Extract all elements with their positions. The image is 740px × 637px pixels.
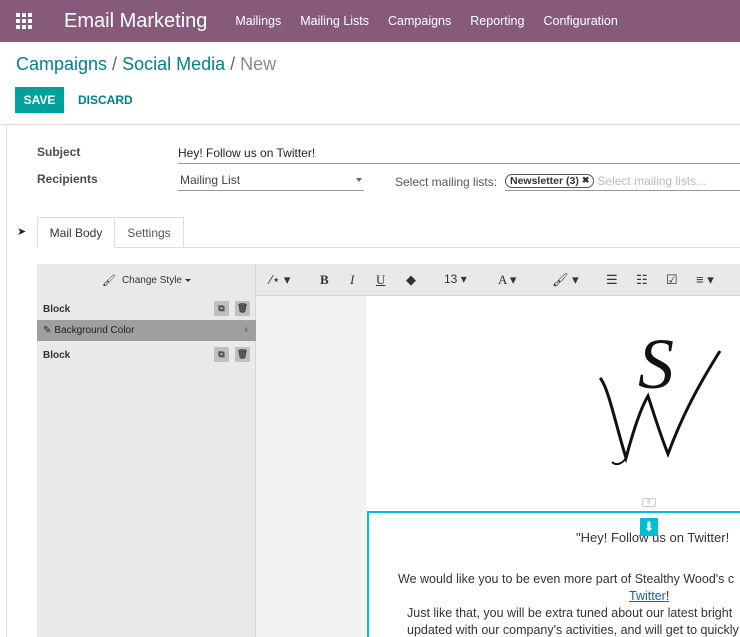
trash-icon[interactable]: 🗑 (235, 347, 250, 362)
email-paragraph[interactable]: Just like that, you will be extra tuned … (407, 606, 732, 620)
block-separator (366, 508, 740, 509)
mailing-lists-label: Select mailing lists: (395, 175, 498, 189)
menu-campaigns[interactable]: Campaigns (388, 14, 451, 28)
chevron-down-icon (185, 278, 191, 282)
eyedropper-icon: ✎ (43, 325, 52, 336)
font-color-dropdown[interactable]: A ▾ (498, 272, 516, 288)
bold-icon[interactable]: B (320, 272, 329, 288)
brush-icon: 🖌 (101, 274, 116, 287)
italic-icon[interactable]: I (350, 272, 354, 288)
apps-menu-icon[interactable] (0, 0, 48, 42)
twitter-link-text[interactable]: Twitter (629, 589, 666, 603)
subject-input[interactable]: Hey! Follow us on Twitter! (178, 144, 740, 164)
close-icon[interactable]: ✖ (582, 175, 590, 186)
recipients-value: Mailing List (180, 173, 241, 187)
bullet-list-icon[interactable]: ☰ (606, 272, 618, 288)
duplicate-icon[interactable]: ⧉ (214, 347, 229, 362)
mailing-lists-field[interactable]: Newsletter (3) ✖ Select mailing lists... (505, 171, 740, 191)
duplicate-icon[interactable]: ⧉ (214, 301, 229, 316)
change-style-button[interactable]: 🖌 Change Style (37, 264, 256, 296)
block-label: Block (43, 303, 71, 315)
tab-mail-body[interactable]: Mail Body (37, 217, 115, 248)
drag-handle-icon[interactable]: ⠿ (642, 498, 656, 507)
mouse-pointer-icon: ➤ (17, 226, 27, 238)
recipients-select[interactable]: Mailing List (178, 171, 364, 191)
align-left-icon[interactable]: ≡ ▾ (696, 272, 714, 288)
block-label: Block (43, 349, 71, 361)
breadcrumb-current: New (240, 54, 277, 74)
email-paragraph[interactable]: updated with our company's activities, a… (407, 623, 739, 637)
svg-text:S: S (638, 324, 674, 404)
checklist-icon[interactable]: ☑ (666, 272, 678, 288)
exclamation-text: ! (665, 589, 670, 603)
top-navbar: Email Marketing Mailings Mailing Lists C… (0, 0, 740, 42)
menu-mailing-lists[interactable]: Mailing Lists (300, 14, 369, 28)
block-row[interactable]: Block ⧉ 🗑 (37, 344, 256, 366)
chevron-left-icon: ‹ (244, 324, 248, 335)
discard-button[interactable]: DISCARD (70, 87, 141, 113)
font-color-letter: A (498, 272, 507, 287)
company-logo: S (598, 324, 722, 466)
tab-settings[interactable]: Settings (115, 217, 184, 248)
twitter-link[interactable]: Twitter! (629, 589, 669, 603)
subject-label: Subject (37, 145, 81, 159)
mailing-lists-input[interactable]: Select mailing lists... (597, 174, 706, 188)
sheet-divider (0, 124, 740, 125)
mailing-list-tag-label: Newsletter (3) (510, 174, 579, 187)
block-row[interactable]: Block ⧉ 🗑 (37, 298, 256, 320)
eraser-icon[interactable]: ◆ (406, 272, 416, 288)
email-canvas[interactable]: S ⠿ "Hey! Follow us on Twitter! ⬇ We wou… (366, 296, 740, 637)
font-size-dropdown[interactable]: 13 ▾ (444, 272, 467, 286)
change-style-label: Change Style (121, 274, 182, 286)
numbered-list-icon[interactable]: ☷ (636, 272, 648, 288)
recipients-label: Recipients (37, 172, 98, 186)
style-side-panel: 🖌 Change Style Block ⧉ 🗑 ✎ Background Co… (37, 264, 256, 637)
highlight-brush-icon[interactable]: 🖌 ▾ (552, 272, 579, 288)
trash-icon[interactable]: 🗑 (235, 301, 250, 316)
save-button[interactable]: SAVE (15, 87, 64, 113)
magic-wand-icon[interactable]: ⁄⋆ ▾ (270, 272, 290, 288)
email-paragraph[interactable]: We would like you to be even more part o… (398, 572, 734, 586)
breadcrumb-separator: / (230, 54, 236, 74)
sheet-left-border (6, 124, 7, 637)
app-title[interactable]: Email Marketing (64, 10, 207, 33)
menu-configuration[interactable]: Configuration (543, 14, 617, 28)
mailing-list-tag[interactable]: Newsletter (3) ✖ (505, 173, 595, 188)
breadcrumb: Campaigns / Social Media / New (16, 54, 276, 75)
move-down-icon[interactable]: ⬇ (640, 518, 658, 536)
background-color-row[interactable]: ✎ Background Color ‹ (37, 320, 256, 341)
formatting-toolbar: ⁄⋆ ▾ B I U ◆ 13 ▾ A ▾ 🖌 ▾ ☰ ☷ ☑ ≡ ▾ (256, 264, 740, 296)
background-color-label: Background Color (54, 325, 135, 336)
breadcrumb-social-media[interactable]: Social Media (122, 54, 225, 74)
chevron-down-icon (356, 178, 362, 182)
underline-icon[interactable]: U (376, 272, 385, 288)
breadcrumb-campaigns[interactable]: Campaigns (16, 54, 107, 74)
main-menu: Mailings Mailing Lists Campaigns Reporti… (235, 14, 636, 28)
canvas-margin (256, 296, 366, 637)
breadcrumb-separator: / (112, 54, 118, 74)
font-size-value: 13 (444, 272, 458, 286)
menu-mailings[interactable]: Mailings (235, 14, 281, 28)
menu-reporting[interactable]: Reporting (470, 14, 524, 28)
